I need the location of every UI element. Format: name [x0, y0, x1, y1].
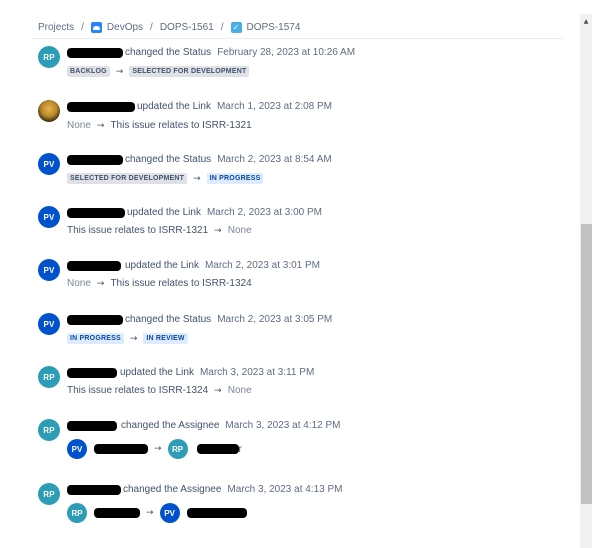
avatar[interactable]: RP [67, 503, 87, 523]
history-timestamp[interactable]: March 2, 2023 at 3:01 PM [205, 260, 320, 271]
history-timestamp[interactable]: March 1, 2023 at 2:08 PM [217, 101, 332, 112]
arrow-right-icon: → [129, 333, 138, 344]
history-timestamp[interactable]: March 3, 2023 at 3:11 PM [200, 367, 314, 378]
breadcrumb-separator: / [220, 22, 224, 33]
breadcrumb-project[interactable]: DevOps [107, 22, 143, 33]
redacted-user-name [67, 484, 121, 495]
avatar[interactable]: PV [67, 439, 87, 459]
avatar[interactable]: RP [38, 483, 60, 505]
link-old-value: None [67, 278, 91, 289]
history-timestamp[interactable]: March 2, 2023 at 3:05 PM [217, 314, 332, 325]
avatar[interactable]: RP [167, 439, 188, 459]
redacted-user-name [67, 207, 125, 218]
breadcrumb: Projects / DevOps / DOPS-1561 / ✓ DOPS-1… [38, 22, 300, 33]
scrollbar-thumb[interactable] [581, 224, 592, 504]
history-action: updated the Link [127, 207, 201, 218]
redacted-user-name [67, 314, 123, 325]
breadcrumb-current-issue[interactable]: DOPS-1574 [247, 22, 301, 33]
arrow-right-icon: → [115, 66, 124, 77]
history-timestamp[interactable]: March 3, 2023 at 4:12 PM [225, 420, 340, 431]
status-lozenge: IN PROGRESS [206, 173, 264, 184]
task-checkbox-icon: ✓ [230, 22, 242, 33]
redacted-user-name [94, 508, 140, 518]
avatar[interactable]: PV [159, 503, 180, 523]
status-lozenge: SELECTED FOR DEVELOPMENT [67, 173, 188, 184]
avatar[interactable]: RP [38, 366, 60, 388]
avatar[interactable]: PV [38, 153, 60, 175]
history-action: updated the Link [120, 367, 194, 378]
link-old-value: None [67, 120, 91, 131]
arrow-right-icon: → [214, 385, 222, 396]
devops-project-icon [90, 22, 102, 33]
history-timestamp[interactable]: March 2, 2023 at 8:54 AM [217, 154, 332, 165]
scroll-up-arrow-icon[interactable]: ▲ [580, 14, 592, 28]
arrow-right-icon: → [96, 278, 105, 289]
avatar[interactable]: RP [38, 419, 60, 441]
status-lozenge: IN PROGRESS [67, 333, 124, 344]
breadcrumb-parent-issue[interactable]: DOPS-1561 [160, 22, 214, 33]
redacted-user-name [94, 444, 148, 454]
link-new-value[interactable]: This issue relates to ISRR-1324 [110, 278, 251, 289]
avatar[interactable]: PV [38, 259, 60, 281]
arrow-right-icon: → [214, 225, 222, 236]
redacted-user-name [67, 154, 123, 165]
redacted-user-name [186, 508, 247, 518]
avatar[interactable]: RP [38, 46, 60, 68]
redacted-user-name [196, 444, 239, 454]
redacted-user-name [67, 47, 123, 58]
avatar[interactable] [38, 100, 60, 122]
redacted-user-name [67, 101, 135, 112]
link-old-value[interactable]: This issue relates to ISRR-1321 [67, 225, 208, 236]
history-action: changed the Status [125, 314, 212, 325]
history-action: changed the Assignee [121, 420, 220, 431]
redacted-user-name [67, 367, 117, 378]
status-lozenge: SELECTED FOR DEVELOPMENT [129, 66, 250, 77]
history-timestamp[interactable]: March 2, 2023 at 3:00 PM [207, 207, 322, 218]
history-action: updated the Link [125, 260, 199, 271]
redacted-user-name [67, 260, 121, 271]
history-action: changed the Assignee [123, 484, 222, 495]
assignee-name-suffix: r [238, 443, 242, 455]
link-new-value: None [227, 225, 252, 236]
link-new-value[interactable]: This issue relates to ISRR-1321 [110, 120, 251, 131]
history-action: updated the Link [137, 101, 211, 112]
arrow-right-icon: → [146, 508, 154, 518]
avatar[interactable]: PV [38, 313, 60, 335]
breadcrumb-separator: / [150, 22, 153, 33]
history-action: changed the Status [125, 154, 212, 165]
avatar[interactable]: PV [38, 206, 60, 228]
arrow-right-icon: → [193, 173, 201, 184]
history-timestamp[interactable]: March 3, 2023 at 4:13 PM [227, 484, 342, 495]
arrow-right-icon: → [96, 120, 105, 131]
breadcrumb-separator: / [81, 22, 84, 33]
breadcrumb-projects[interactable]: Projects [38, 22, 74, 33]
history-action: changed the Status [125, 47, 212, 58]
header-divider [32, 38, 562, 39]
link-old-value[interactable]: This issue relates to ISRR-1324 [67, 385, 208, 396]
history-timestamp[interactable]: February 28, 2023 at 10:26 AM [217, 47, 355, 58]
status-lozenge: IN REVIEW [143, 333, 188, 344]
status-lozenge: BACKLOG [67, 66, 110, 77]
arrow-right-icon: → [154, 444, 162, 454]
link-new-value: None [227, 385, 252, 396]
redacted-user-name [67, 420, 117, 431]
